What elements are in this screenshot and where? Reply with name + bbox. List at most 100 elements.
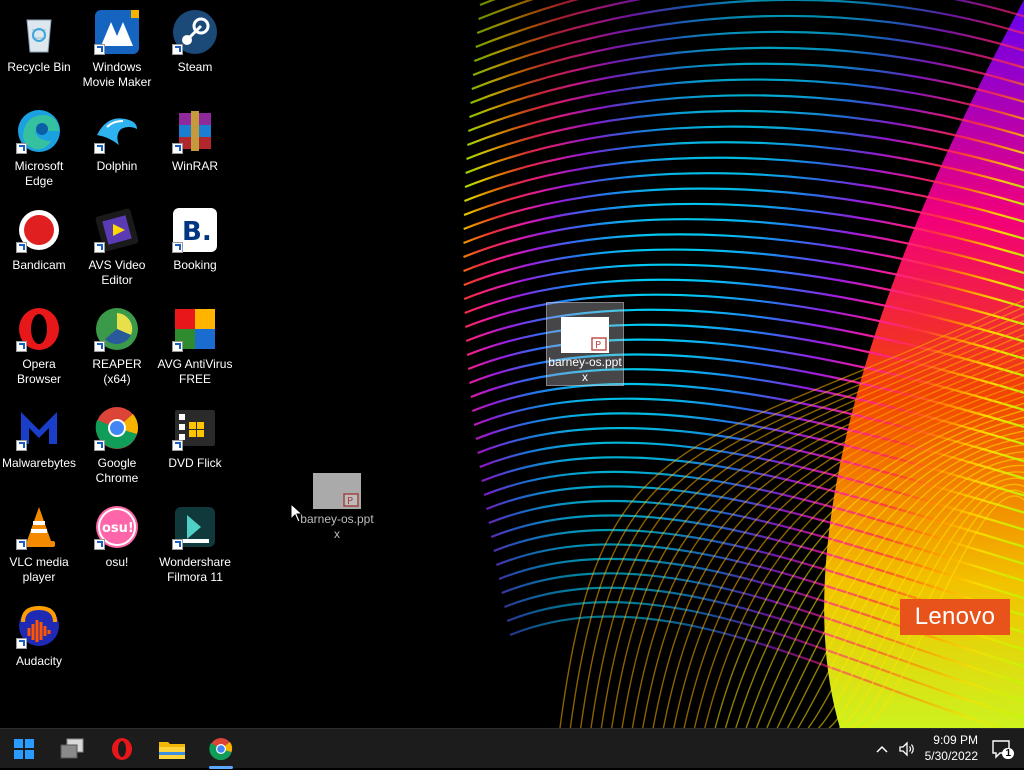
svg-text:osu!: osu! bbox=[102, 521, 134, 536]
mouse-cursor-icon bbox=[290, 503, 304, 523]
feather-stroke bbox=[469, 62, 1024, 119]
shortcut-arrow-icon bbox=[94, 341, 105, 352]
shortcut-arrow-icon bbox=[94, 539, 105, 550]
taskbar: 9:09 PM 5/30/2022 1 bbox=[0, 728, 1024, 769]
dvd-flick-icon bbox=[171, 404, 219, 452]
desktop-icon-label: Booking bbox=[173, 258, 217, 272]
selected-file-label: barney-os.ppt x bbox=[548, 355, 622, 384]
desktop-icon-label: Audacity bbox=[15, 654, 63, 668]
taskbar-opera-button[interactable] bbox=[104, 733, 140, 765]
chevron-up-icon bbox=[876, 745, 888, 753]
desktop-icon-osu[interactable]: osu! osu! bbox=[78, 503, 156, 570]
booking-icon: B. bbox=[171, 206, 219, 254]
shortcut-arrow-icon bbox=[172, 242, 183, 253]
lenovo-logo: Lenovo bbox=[900, 599, 1010, 635]
desktop-icon-label: Opera Browser bbox=[16, 357, 61, 386]
feather-stroke bbox=[467, 78, 1024, 133]
task-view-button[interactable] bbox=[54, 733, 90, 765]
clock-date: 5/30/2022 bbox=[924, 749, 978, 763]
desktop-icon-recycle-bin[interactable]: Recycle Bin bbox=[0, 8, 78, 75]
dolphin-icon bbox=[93, 107, 141, 155]
desktop-icon-steam[interactable]: Steam bbox=[156, 8, 234, 75]
edge-icon bbox=[15, 107, 63, 155]
windows-start-icon bbox=[14, 739, 34, 759]
desktop-icon-avs-video-editor[interactable]: AVS Video Editor bbox=[78, 206, 156, 288]
shortcut-arrow-icon bbox=[16, 242, 27, 253]
shortcut-arrow-icon bbox=[16, 440, 27, 451]
recycle-bin-icon bbox=[15, 8, 63, 56]
desktop-icon-label: Microsoft Edge bbox=[14, 159, 64, 188]
svg-text:B.: B. bbox=[182, 217, 212, 247]
shortcut-arrow-icon bbox=[94, 440, 105, 451]
desktop-icon-label: AVG AntiVirus FREE bbox=[157, 357, 233, 386]
pptx-file-icon: P bbox=[561, 317, 609, 353]
desktop-icon-reaper[interactable]: REAPER (x64) bbox=[78, 305, 156, 387]
desktop-icon-label: AVS Video Editor bbox=[88, 258, 146, 287]
desktop-icon-malwarebytes[interactable]: Malwarebytes bbox=[0, 404, 78, 471]
notification-count-badge: 1 bbox=[1002, 748, 1014, 759]
shortcut-arrow-icon bbox=[16, 539, 27, 550]
dragging-file-label: barney-os.ppt x bbox=[300, 512, 374, 541]
desktop-icon-label: osu! bbox=[105, 555, 129, 569]
desktop-icon-windows-movie-maker[interactable]: Windows Movie Maker bbox=[78, 8, 156, 90]
task-view-icon bbox=[60, 738, 84, 759]
desktop-icon-label: Dolphin bbox=[96, 159, 138, 173]
taskbar-chrome-button[interactable] bbox=[203, 733, 239, 769]
shortcut-arrow-icon bbox=[172, 440, 183, 451]
chrome-icon bbox=[209, 738, 233, 761]
desktop-icon-label: Wondershare Filmora 11 bbox=[159, 555, 231, 584]
vlc-icon bbox=[15, 503, 63, 551]
desktop-icon-vlc[interactable]: VLC media player bbox=[0, 503, 78, 585]
malwarebytes-icon bbox=[15, 404, 63, 452]
chrome-icon bbox=[93, 404, 141, 452]
svg-text:P: P bbox=[595, 340, 601, 351]
desktop-icon-label: Google Chrome bbox=[95, 456, 139, 485]
desktop-icon-label: REAPER (x64) bbox=[92, 357, 142, 386]
desktop-icon-avg-antivirus[interactable]: AVG AntiVirus FREE bbox=[156, 305, 234, 387]
start-button[interactable] bbox=[6, 733, 42, 765]
desktop-icon-audacity[interactable]: Audacity bbox=[0, 602, 78, 669]
shortcut-arrow-icon bbox=[16, 638, 27, 649]
desktop-icon-label: Malwarebytes bbox=[1, 456, 77, 470]
opera-icon bbox=[15, 305, 63, 353]
desktop-icon-dvd-flick[interactable]: DVD Flick bbox=[156, 404, 234, 471]
selected-pptx-file[interactable]: P barney-os.ppt x bbox=[546, 302, 624, 386]
osu-icon: osu! bbox=[93, 503, 141, 551]
dragging-pptx-file[interactable]: P barney-os.ppt x bbox=[298, 473, 376, 542]
desktop-icon-label: Windows Movie Maker bbox=[82, 60, 152, 89]
svg-text:P: P bbox=[347, 496, 353, 507]
desktop-icon-dolphin[interactable]: Dolphin bbox=[78, 107, 156, 174]
taskbar-file-explorer-button[interactable] bbox=[154, 733, 190, 765]
clock[interactable]: 9:09 PM 5/30/2022 bbox=[908, 732, 978, 764]
audacity-icon bbox=[15, 602, 63, 650]
avs-video-editor-icon bbox=[93, 206, 141, 254]
desktop-icon-google-chrome[interactable]: Google Chrome bbox=[78, 404, 156, 486]
movie-maker-icon bbox=[93, 8, 141, 56]
feather-stroke bbox=[466, 94, 1024, 147]
shortcut-arrow-icon bbox=[16, 143, 27, 154]
shortcut-arrow-icon bbox=[94, 242, 105, 253]
shortcut-arrow-icon bbox=[172, 539, 183, 550]
shortcut-arrow-icon bbox=[172, 44, 183, 55]
desktop-icon-winrar[interactable]: WinRAR bbox=[156, 107, 234, 174]
desktop-icon-microsoft-edge[interactable]: Microsoft Edge bbox=[0, 107, 78, 189]
desktop-icon-label: Steam bbox=[177, 60, 213, 74]
show-hidden-icons-button[interactable] bbox=[872, 739, 892, 759]
desktop-icon-booking[interactable]: B. Booking bbox=[156, 206, 234, 273]
desktop-icon-label: DVD Flick bbox=[168, 456, 222, 470]
winrar-icon bbox=[171, 107, 219, 155]
desktop-icon-bandicam[interactable]: Bandicam bbox=[0, 206, 78, 273]
desktop-icon-opera-browser[interactable]: Opera Browser bbox=[0, 305, 78, 387]
feather-stroke bbox=[472, 14, 1024, 77]
steam-icon bbox=[171, 8, 219, 56]
shortcut-arrow-icon bbox=[94, 143, 105, 154]
bandicam-icon bbox=[15, 206, 63, 254]
desktop-icon-label: Bandicam bbox=[12, 258, 66, 272]
reaper-icon bbox=[93, 305, 141, 353]
pptx-file-icon: P bbox=[313, 473, 361, 509]
desktop-icon-label: Recycle Bin bbox=[7, 60, 71, 74]
shortcut-arrow-icon bbox=[172, 143, 183, 154]
shortcut-arrow-icon bbox=[172, 341, 183, 352]
desktop-icon-filmora[interactable]: Wondershare Filmora 11 bbox=[156, 503, 234, 585]
notification-center-button[interactable]: 1 bbox=[990, 738, 1014, 760]
